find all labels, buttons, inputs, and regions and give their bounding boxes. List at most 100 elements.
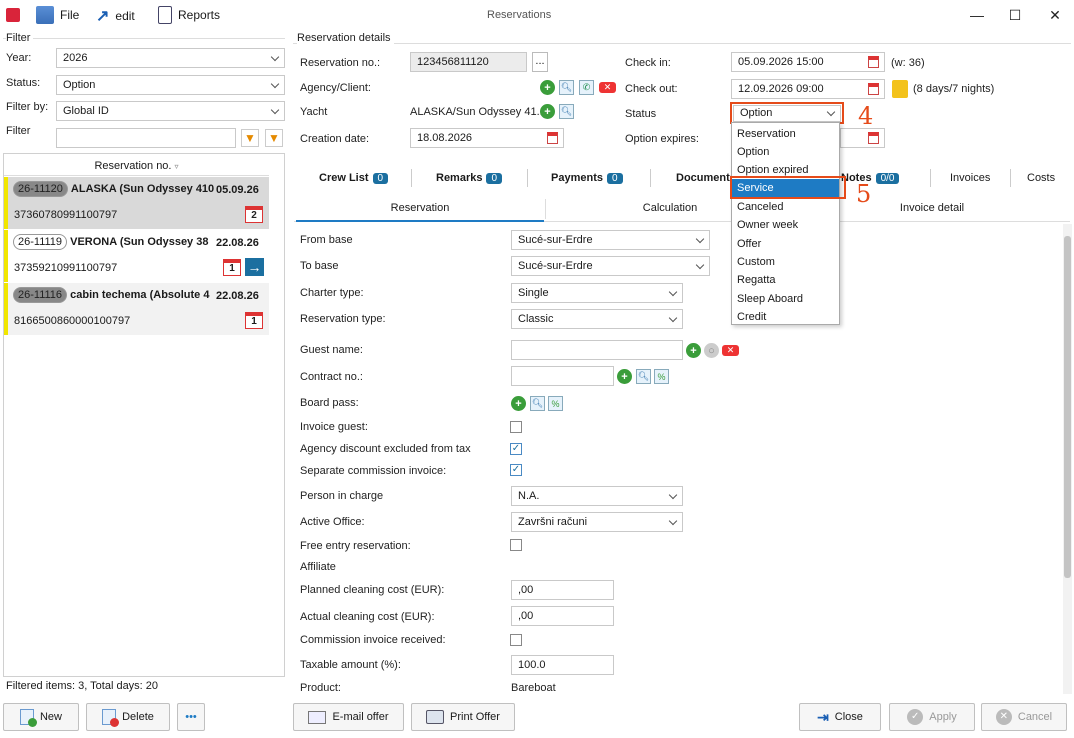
planned-cleaning-input[interactable]: ,00 xyxy=(511,580,614,600)
tab-crew-list[interactable]: Crew List 0 xyxy=(319,172,389,184)
free-entry-checkbox[interactable] xyxy=(510,539,522,551)
reservation-date: 05.09.26 xyxy=(216,184,259,196)
add-guest-icon[interactable]: + xyxy=(686,343,701,358)
apply-button[interactable]: ✓ Apply xyxy=(889,703,975,731)
reservation-date: 22.08.26 xyxy=(216,290,259,302)
product-value: Bareboat xyxy=(511,682,556,694)
tab-payments[interactable]: Payments 0 xyxy=(551,172,623,184)
calendar-icon[interactable] xyxy=(868,132,879,144)
to-base-select[interactable]: Sucé-sur-Erdre xyxy=(511,256,710,276)
actual-cleaning-label: Actual cleaning cost (EUR): xyxy=(300,611,435,623)
remove-agency-icon[interactable]: ✕ xyxy=(599,82,616,93)
delete-document-icon xyxy=(102,709,120,727)
status-option-regatta[interactable]: Regatta xyxy=(732,271,839,289)
status-filter-select[interactable]: Option xyxy=(56,75,285,95)
charter-type-select[interactable]: Single xyxy=(511,283,683,303)
status-option-reservation[interactable]: Reservation xyxy=(732,125,839,143)
email-icon xyxy=(308,710,327,724)
invoice-guest-checkbox[interactable] xyxy=(510,421,522,433)
filterby-label: Filter by: xyxy=(6,101,49,113)
agency-label: Agency/Client: xyxy=(300,82,371,94)
search-yacht-icon[interactable]: 🔍︎ xyxy=(559,104,574,119)
close-button[interactable]: ⇥ Close xyxy=(799,703,881,731)
creation-date-field[interactable]: 18.08.2026 xyxy=(410,128,564,148)
calendar-icon[interactable] xyxy=(547,132,558,144)
from-base-select[interactable]: Sucé-sur-Erdre xyxy=(511,230,710,250)
search-agency-icon[interactable]: 🔍︎ xyxy=(559,80,574,95)
reports-icon xyxy=(158,6,172,24)
add-agency-icon[interactable]: + xyxy=(540,80,555,95)
cancel-button[interactable]: ✕ Cancel xyxy=(981,703,1067,731)
list-item[interactable]: 26-11116 cabin techema (Absolute 4 22.08… xyxy=(4,283,269,335)
add-contract-icon[interactable]: + xyxy=(617,369,632,384)
separate-commission-checkbox[interactable]: ✓ xyxy=(510,464,522,476)
contract-no-input[interactable] xyxy=(511,366,614,386)
chevron-down-icon xyxy=(270,79,280,89)
menu-reports[interactable]: Reports xyxy=(158,6,220,24)
reservation-no-more-button[interactable]: ... xyxy=(532,52,548,72)
status-option-sleep-aboard[interactable]: Sleep Aboard xyxy=(732,290,839,308)
status-option-credit[interactable]: Credit xyxy=(732,308,839,326)
calendar-icon[interactable] xyxy=(868,83,879,95)
tab-documents[interactable]: Documents xyxy=(676,172,736,184)
year-select[interactable]: 2026 xyxy=(56,48,285,68)
agency-discount-checkbox[interactable]: ✓ xyxy=(510,443,522,455)
more-options-button[interactable]: ••• xyxy=(177,703,205,731)
details-group-label: Reservation details xyxy=(297,32,394,44)
add-yacht-icon[interactable]: + xyxy=(540,104,555,119)
list-item[interactable]: 26-11120 ALASKA (Sun Odyssey 410 05.09.2… xyxy=(4,177,269,229)
note-icon[interactable] xyxy=(892,80,908,98)
new-button[interactable]: New xyxy=(3,703,79,731)
person-in-charge-select[interactable]: N.A. xyxy=(511,486,683,506)
delete-button[interactable]: Delete xyxy=(86,703,170,731)
actual-cleaning-input[interactable]: ,00 xyxy=(511,606,614,626)
search-contract-icon[interactable]: 🔍︎ xyxy=(636,369,651,384)
filter-funnel-icon[interactable]: ▼ xyxy=(241,129,259,147)
edit-arrow-icon: ↗ xyxy=(96,8,110,25)
menu-file[interactable]: File xyxy=(36,6,79,24)
calendar-icon[interactable] xyxy=(868,56,879,68)
list-item[interactable]: 26-11119 VERONA (Sun Odyssey 38 22.08.26… xyxy=(4,230,269,282)
clear-filter-icon[interactable]: ▼ xyxy=(265,129,283,147)
email-offer-button[interactable]: E-mail offer xyxy=(293,703,404,731)
search-boardpass-icon[interactable]: 🔍︎ xyxy=(530,396,545,411)
tab-remarks[interactable]: Remarks 0 xyxy=(436,172,503,184)
app-logo-icon xyxy=(6,8,20,22)
filter-text-input[interactable] xyxy=(56,128,236,148)
person-in-charge-label: Person in charge xyxy=(300,490,384,502)
print-offer-button[interactable]: Print Offer xyxy=(411,703,515,731)
free-entry-label: Free entry reservation: xyxy=(300,540,411,552)
active-office-select[interactable]: Završni računi xyxy=(511,512,683,532)
form-scrollbar-thumb[interactable] xyxy=(1064,236,1071,578)
filterby-select[interactable]: Global ID xyxy=(56,101,285,121)
list-column-header[interactable]: Reservation no. ▿ xyxy=(4,156,269,176)
add-boardpass-icon[interactable]: + xyxy=(511,396,526,411)
phone-icon[interactable]: ✆ xyxy=(579,80,594,95)
subtab-reservation[interactable]: Reservation xyxy=(296,202,544,214)
link-boardpass-icon[interactable]: % xyxy=(548,396,563,411)
reservation-type-select[interactable]: Classic xyxy=(511,309,683,329)
option-expires-field[interactable] xyxy=(840,128,885,148)
link-contract-icon[interactable]: % xyxy=(654,369,669,384)
menu-edit[interactable]: ↗ edit xyxy=(96,6,135,26)
guest-name-input[interactable] xyxy=(511,340,683,360)
search-guest-icon[interactable]: ○ xyxy=(704,343,719,358)
checkout-field[interactable]: 12.09.2026 09:00 xyxy=(731,79,885,99)
tab-invoices[interactable]: Invoices xyxy=(950,172,990,184)
commission-received-label: Commission invoice received: xyxy=(300,634,446,646)
remove-guest-icon[interactable]: ✕ xyxy=(722,345,739,356)
tab-costs[interactable]: Costs xyxy=(1027,172,1055,184)
status-option-option[interactable]: Option xyxy=(732,143,839,161)
status-option-offer[interactable]: Offer xyxy=(732,235,839,253)
maximize-button[interactable]: ☐ xyxy=(1000,4,1030,26)
taxable-amount-input[interactable]: 100.0 xyxy=(511,655,614,675)
status-option-custom[interactable]: Custom xyxy=(732,253,839,271)
close-window-button[interactable]: ✕ xyxy=(1040,4,1070,26)
yacht-value: ALASKA/Sun Odyssey 41... xyxy=(410,106,546,118)
status-option-canceled[interactable]: Canceled xyxy=(732,198,839,216)
commission-received-checkbox[interactable] xyxy=(510,634,522,646)
minimize-button[interactable]: — xyxy=(962,4,992,26)
status-option-owner-week[interactable]: Owner week xyxy=(732,216,839,234)
from-base-label: From base xyxy=(300,234,353,246)
checkin-field[interactable]: 05.09.2026 15:00 xyxy=(731,52,885,72)
